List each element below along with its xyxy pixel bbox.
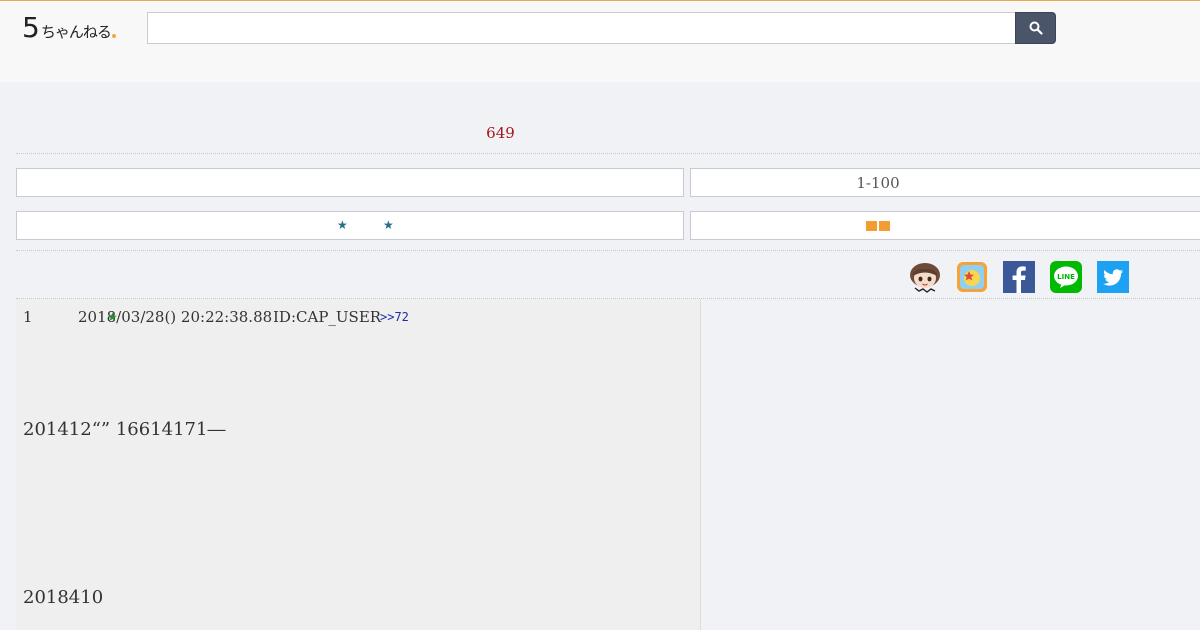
facebook-share-button[interactable] bbox=[1003, 261, 1035, 293]
square-icons bbox=[866, 220, 890, 231]
top-bar: 5 ちゃんねる bbox=[0, 0, 1200, 82]
nav-box-top-right[interactable]: 1-100 bbox=[690, 168, 1200, 197]
site-logo[interactable]: 5 ちゃんねる bbox=[22, 12, 116, 42]
post-body-line: 201412“” 16614171― bbox=[23, 419, 226, 440]
square-icon bbox=[879, 220, 890, 231]
post-container: 1 2018/03/28() 20:22:38.88 ★ ID:CAP_USER… bbox=[16, 299, 701, 630]
square-icon bbox=[866, 220, 877, 231]
line-icon: LINE bbox=[1050, 261, 1082, 293]
post-id: ID:CAP_USER bbox=[273, 308, 382, 326]
nav-box-bottom-right[interactable] bbox=[690, 211, 1200, 240]
logo-text: ちゃんねる bbox=[40, 23, 112, 41]
mascot-icon bbox=[910, 263, 940, 293]
logo-number: 5 bbox=[22, 11, 40, 44]
star-icon: ★ bbox=[337, 218, 348, 232]
star-icon: ★ bbox=[107, 310, 118, 324]
search-icon bbox=[1029, 21, 1043, 35]
search-input[interactable] bbox=[147, 12, 1016, 44]
star-icon: ★ bbox=[383, 218, 394, 232]
nav-box-top-left[interactable] bbox=[16, 168, 684, 197]
app-icon bbox=[957, 262, 987, 292]
range-link[interactable]: 1-100 bbox=[856, 174, 899, 192]
app-share-button[interactable] bbox=[956, 261, 988, 293]
twitter-icon bbox=[1097, 261, 1129, 293]
search-button[interactable] bbox=[1015, 12, 1056, 44]
logo-dot bbox=[111, 34, 116, 38]
post-body-line: 2018410 bbox=[23, 587, 104, 608]
nav-box-bottom-left[interactable]: ★ ★ bbox=[16, 211, 684, 240]
divider bbox=[16, 250, 1200, 251]
divider bbox=[16, 153, 1200, 154]
reply-link[interactable]: >>72 bbox=[380, 310, 409, 324]
thread-count: 649 bbox=[486, 124, 515, 142]
twitter-share-button[interactable] bbox=[1097, 261, 1129, 293]
line-share-button[interactable]: LINE bbox=[1050, 261, 1082, 293]
mascot-share-button[interactable] bbox=[909, 261, 941, 293]
facebook-icon bbox=[1003, 261, 1035, 293]
post-number[interactable]: 1 bbox=[23, 308, 33, 326]
line-icon-label: LINE bbox=[1057, 273, 1075, 281]
